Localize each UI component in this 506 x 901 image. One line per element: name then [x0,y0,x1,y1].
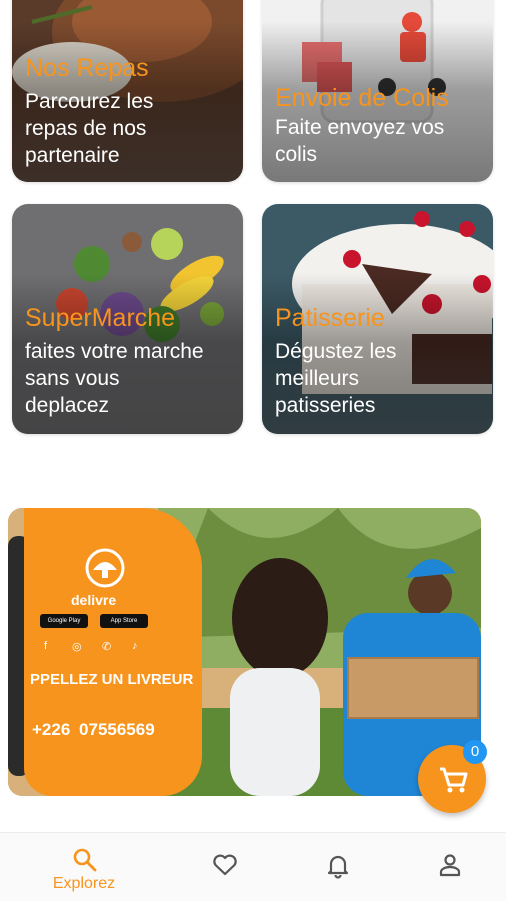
facebook-icon: f [44,640,48,652]
category-title: Envoie de Colis [275,84,449,112]
nav-label: Explorez [52,875,116,892]
category-title: Nos Repas [25,54,149,82]
category-title: SuperMarche [25,304,176,332]
category-card-colis[interactable]: Envoie de Colis Faite envoyez vos colis [262,0,493,182]
tiktok-icon: ♪ [132,640,138,652]
app-store-badge[interactable]: App Store [100,614,148,628]
bell-icon [327,855,349,879]
bottom-navigation: Explorez [0,832,506,901]
person-icon [439,854,461,877]
delivre-logo-icon [85,548,125,588]
heart-icon [213,854,237,876]
cart-count-badge: 0 [463,740,487,764]
nav-profile[interactable] [395,833,505,901]
category-card-patisserie[interactable]: Patisserie Dégustez les meilleurs patiss… [262,204,493,434]
phone-number: +226 07556569 [32,720,155,739]
whatsapp-icon: ✆ [102,641,112,653]
category-card-supermarche[interactable]: SuperMarche faites votre marche sans vou… [12,204,243,434]
category-card-repas[interactable]: Nos Repas Parcourez les repas de nos par… [12,0,243,182]
google-play-badge[interactable]: Google Play [40,614,88,628]
nav-favorites[interactable] [170,833,280,901]
search-icon [73,848,97,872]
category-description: Parcourez les repas de nos partenaire [25,90,154,167]
nav-notifications[interactable] [283,833,393,901]
instagram-icon: ◎ [72,641,82,653]
brand-name: delivre [71,592,117,608]
category-description: Dégustez les meilleurs patisseries [275,340,397,417]
call-to-action-text: PPELLEZ UN LIVREUR [30,671,194,688]
promo-banner[interactable]: delivre Google Play App Store f ◎ ✆ ♪ [8,508,481,796]
category-description: faites votre marche sans vous deplacez [25,340,204,417]
category-description: Faite envoyez vos colis [275,116,445,166]
category-title: Patisserie [275,304,385,332]
nav-explorez[interactable]: Explorez [29,833,139,901]
